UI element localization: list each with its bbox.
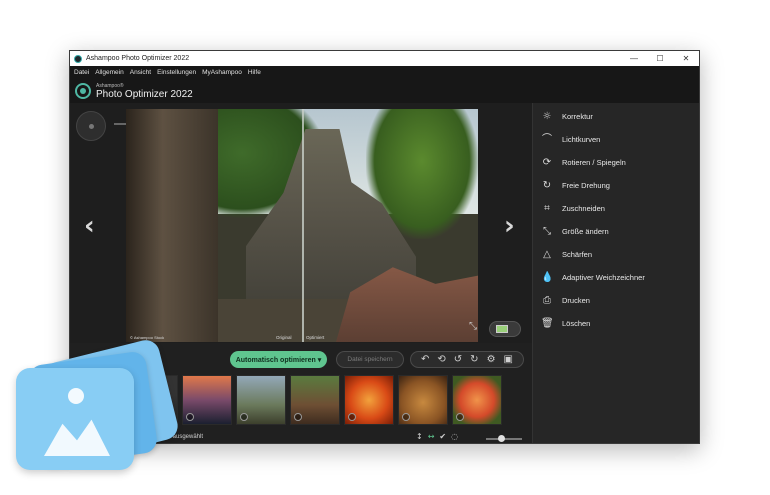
tree-trunk-shape [126, 109, 218, 342]
menu-item-ansicht[interactable]: Ansicht [130, 69, 151, 76]
maximize-button[interactable]: ☐ [647, 54, 673, 63]
previous-image-button[interactable]: ‹ [84, 211, 95, 241]
select-dot-icon[interactable] [240, 413, 248, 421]
collapse-icon[interactable]: ⤡ [469, 321, 477, 332]
sharpen-icon: △ [543, 248, 551, 260]
menu-item-allgemein[interactable]: Allgemein [95, 69, 124, 76]
thumbnail[interactable] [398, 375, 448, 425]
thumbnail-size-knob[interactable] [498, 435, 505, 442]
crop-icon: ⌗ [544, 202, 550, 214]
split-divider[interactable] [302, 109, 304, 342]
select-dot-icon[interactable] [402, 413, 410, 421]
save-file-button[interactable]: Datei speichern [336, 351, 404, 368]
minimize-button[interactable]: — [621, 54, 647, 63]
menu-item-myashampoo[interactable]: MyAshampoo [202, 69, 242, 76]
menu-groesse-aendern[interactable]: ⤡ Größe ändern [533, 220, 699, 243]
next-image-button[interactable]: › [504, 211, 515, 241]
printer-icon: ⎙ [543, 294, 551, 306]
close-button[interactable]: ✕ [673, 54, 699, 63]
app-icon [74, 54, 82, 63]
undo-icon[interactable]: ↶ [421, 354, 429, 365]
menu-label: Löschen [562, 319, 591, 328]
tools-panel: ☼ Korrektur ⌒ Lichtkurven ⟳ Rotieren / S… [532, 103, 699, 443]
menu-label: Freie Drehung [562, 181, 610, 190]
title-bar: Ashampoo Photo Optimizer 2022 — ☐ ✕ [70, 51, 699, 66]
split-view-toggle[interactable] [489, 321, 521, 337]
auto-optimize-button[interactable]: Automatisch optimieren ▾ [230, 351, 327, 368]
menu-freie-drehung[interactable]: ↻ Freie Drehung [533, 174, 699, 197]
trash-icon: 🗑 [541, 317, 554, 329]
vertical-arrows-icon[interactable]: ↕ [416, 432, 423, 441]
status-icons: ↕ ↔ ✔ ◌ [416, 432, 458, 441]
menu-label: Lichtkurven [562, 135, 601, 144]
menu-item-einstellungen[interactable]: Einstellungen [157, 69, 196, 76]
menu-korrektur[interactable]: ☼ Korrektur [533, 105, 699, 128]
thumbnail[interactable] [182, 375, 232, 425]
split-view-icon [496, 325, 508, 333]
blur-drop-icon: 💧 [541, 271, 554, 283]
menu-item-hilfe[interactable]: Hilfe [248, 69, 261, 76]
menu-lichtkurven[interactable]: ⌒ Lichtkurven [533, 128, 699, 151]
menu-drucken[interactable]: ⎙ Drucken [533, 289, 699, 312]
navigation-pad-icon[interactable] [76, 111, 106, 141]
horizontal-arrows-icon[interactable]: ↔ [428, 432, 435, 441]
menu-label: Schärfen [562, 250, 593, 259]
select-dot-icon[interactable] [186, 413, 194, 421]
menu-label: Rotieren / Spiegeln [562, 158, 626, 167]
mountain-icon [44, 419, 110, 456]
photo-card-icon [16, 368, 134, 470]
menu-zuschneiden[interactable]: ⌗ Zuschneiden [533, 197, 699, 220]
menu-loeschen[interactable]: 🗑 Löschen [533, 312, 699, 335]
sun-icon: ☼ [542, 110, 552, 122]
rotate-right-icon[interactable]: ↻ [470, 354, 478, 365]
label-optimized: Optimiert [306, 335, 325, 340]
undo-all-icon[interactable]: ⟲ [437, 354, 445, 365]
window-title: Ashampoo Photo Optimizer 2022 [86, 55, 190, 62]
resize-icon: ⤡ [543, 225, 551, 237]
menu-adaptiver-weichzeichner[interactable]: 💧 Adaptiver Weichzeichner [533, 266, 699, 289]
select-dot-icon[interactable] [456, 413, 464, 421]
menu-label: Zuschneiden [562, 204, 605, 213]
menu-label: Korrektur [562, 112, 593, 121]
thumbnail[interactable] [290, 375, 340, 425]
rotate-left-icon[interactable]: ↺ [454, 354, 462, 365]
image-viewer: © Ashampoo Stock Original Optimiert ‹ › … [70, 103, 532, 343]
menu-schaerfen[interactable]: △ Schärfen [533, 243, 699, 266]
main-photo: © Ashampoo Stock Original Optimiert [126, 109, 478, 342]
menu-bar: Datei Allgemein Ansicht Einstellungen My… [70, 66, 699, 79]
stage: Ashampoo Photo Optimizer 2022 — ☐ ✕ Date… [0, 0, 770, 495]
brand-bar: Ashampoo® Photo Optimizer 2022 [70, 79, 699, 103]
edit-tools-group: ↶ ⟲ ↺ ↻ ⚙ ▣ [410, 351, 524, 368]
brand-logo-icon [75, 83, 91, 99]
free-rotate-icon: ↻ [542, 179, 552, 191]
select-dot-icon[interactable] [348, 413, 356, 421]
label-original: Original [276, 335, 292, 340]
brand-text: Ashampoo® Photo Optimizer 2022 [96, 83, 193, 100]
menu-item-datei[interactable]: Datei [74, 69, 89, 76]
menu-label: Adaptiver Weichzeichner [562, 273, 645, 282]
curve-icon: ⌒ [542, 133, 552, 145]
thumbnail[interactable] [236, 375, 286, 425]
menu-rotieren-spiegeln[interactable]: ⟳ Rotieren / Spiegeln [533, 151, 699, 174]
check-circle-icon[interactable]: ✔ [439, 432, 446, 441]
settings-icon[interactable]: ⚙ [487, 354, 496, 365]
deselect-icon[interactable]: ◌ [451, 432, 458, 441]
thumbnail[interactable] [452, 375, 502, 425]
select-dot-icon[interactable] [294, 413, 302, 421]
compare-icon[interactable]: ▣ [504, 354, 513, 365]
menu-label: Drucken [562, 296, 590, 305]
thumbnail[interactable] [344, 375, 394, 425]
brand-name: Photo Optimizer 2022 [96, 88, 193, 100]
rotate-icon: ⟳ [542, 156, 552, 168]
gallery-icon [12, 332, 182, 482]
menu-label: Größe ändern [562, 227, 609, 236]
